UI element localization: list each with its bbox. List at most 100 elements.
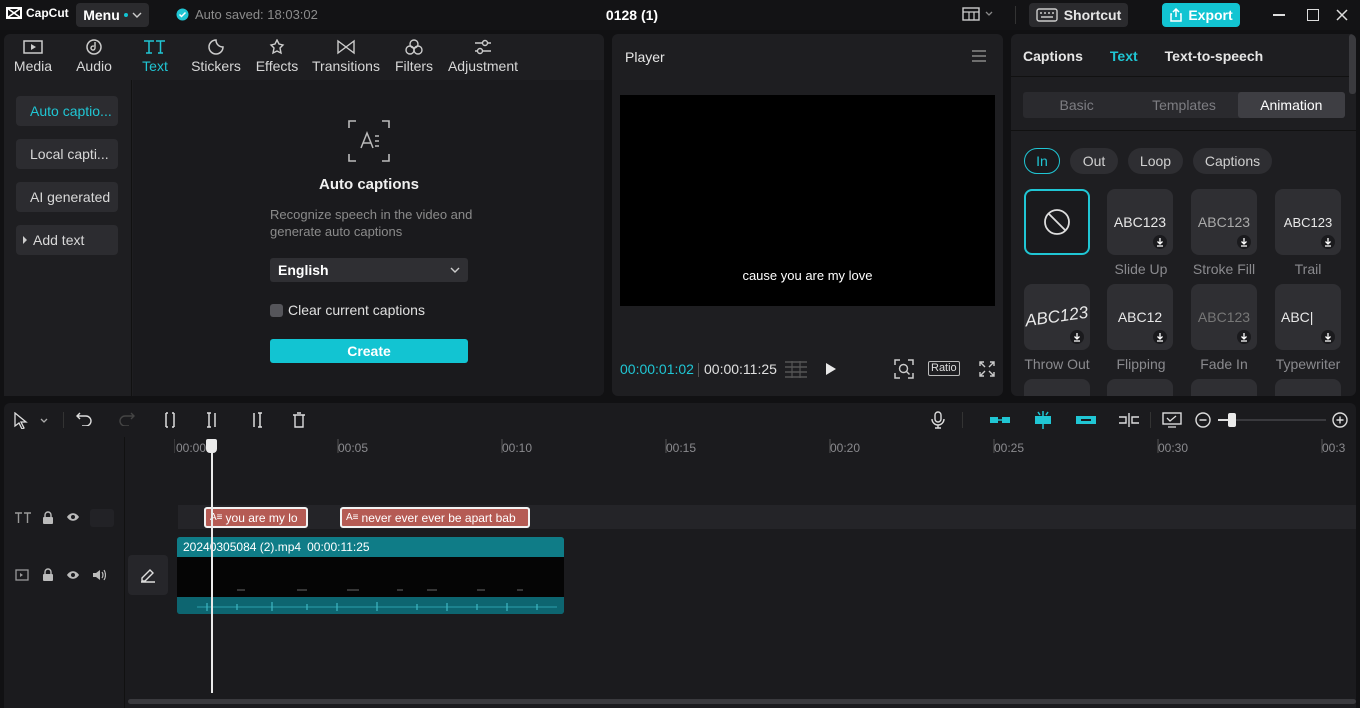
anim-typewriter[interactable]: ABC|	[1275, 284, 1341, 350]
scrollbar[interactable]	[1349, 34, 1356, 94]
anim-none[interactable]	[1024, 189, 1090, 255]
delete-left-icon[interactable]	[206, 412, 220, 428]
timeline-scrollbar[interactable]	[128, 699, 1356, 704]
player-title: Player	[625, 49, 665, 65]
anim-throw-out[interactable]: ABC123	[1024, 284, 1090, 350]
auto-snap-icon[interactable]	[1032, 410, 1054, 430]
anim-stroke-fill[interactable]: ABC123	[1191, 189, 1257, 255]
ratio-button[interactable]: Ratio	[928, 361, 960, 376]
anim-tab-in[interactable]: In	[1024, 148, 1060, 174]
playhead[interactable]	[211, 439, 213, 693]
lock-icon[interactable]	[42, 568, 54, 581]
anim-item[interactable]	[1024, 379, 1090, 396]
anim-item[interactable]	[1191, 379, 1257, 396]
tab-transitions[interactable]: Transitions	[306, 34, 386, 80]
tab-filters[interactable]: Filters	[386, 34, 442, 80]
anim-tab-out[interactable]: Out	[1070, 148, 1118, 174]
anim-item[interactable]	[1107, 379, 1173, 396]
tab-label: Stickers	[191, 58, 241, 74]
select-tool-icon[interactable]	[14, 412, 28, 429]
video-thumbnails	[177, 557, 564, 597]
edit-cover-button[interactable]	[128, 555, 168, 595]
audio-waveform	[177, 597, 564, 614]
hamburger-menu-icon[interactable]	[972, 50, 986, 62]
lock-icon[interactable]	[42, 511, 54, 524]
anim-flipping[interactable]: ABC12	[1107, 284, 1173, 350]
stickers-icon	[208, 39, 224, 55]
zoom-out-icon[interactable]	[1195, 412, 1211, 428]
anim-label-slide-up: Slide Up	[1114, 261, 1168, 277]
undo-icon[interactable]	[76, 412, 92, 426]
export-button[interactable]: Export	[1162, 3, 1240, 27]
tab-label: Audio	[76, 58, 112, 74]
subtab-basic[interactable]: Basic	[1023, 92, 1130, 118]
anim-fade-in[interactable]: ABC123	[1191, 284, 1257, 350]
tab-media[interactable]: Media	[4, 34, 62, 80]
timeline-grid-icon[interactable]	[784, 360, 808, 378]
sidebar-item-auto-captions[interactable]: Auto captio...	[16, 96, 118, 126]
auto-captions-description: Recognize speech in the video and genera…	[270, 207, 473, 239]
tab-audio[interactable]: Audio	[62, 34, 126, 80]
language-select[interactable]: English	[270, 258, 468, 282]
shortcut-button[interactable]: Shortcut	[1029, 3, 1128, 27]
shortcut-label: Shortcut	[1063, 7, 1122, 23]
media-icon	[23, 40, 43, 54]
autosave-status: Auto saved: 18:03:02	[176, 7, 318, 22]
clear-captions-checkbox[interactable]	[270, 303, 283, 317]
menu-button[interactable]: Menu	[76, 3, 149, 27]
anim-label-typewriter: Typewriter	[1275, 356, 1341, 372]
anim-tab-captions[interactable]: Captions	[1193, 148, 1272, 174]
eye-icon[interactable]	[66, 570, 80, 580]
tab-text[interactable]: Text	[1110, 48, 1138, 64]
microphone-icon[interactable]	[931, 411, 945, 429]
video-frames-strip	[237, 589, 523, 591]
timeline-toolbar	[4, 403, 1356, 437]
close-icon[interactable]	[1336, 9, 1348, 21]
text-clip[interactable]: A≡ never ever ever be apart bab	[340, 507, 530, 528]
create-button[interactable]: Create	[270, 339, 468, 363]
redo-icon[interactable]	[119, 412, 135, 426]
delete-right-icon[interactable]	[249, 412, 263, 428]
playhead-handle[interactable]	[206, 439, 217, 453]
tab-adjustment[interactable]: Adjustment	[442, 34, 524, 80]
tab-label: Adjustment	[447, 58, 519, 74]
auto-captions-icon	[348, 120, 390, 162]
trash-icon[interactable]	[292, 412, 306, 428]
anim-tab-loop[interactable]: Loop	[1128, 148, 1183, 174]
preview-axis-icon[interactable]	[1118, 412, 1140, 428]
download-icon	[1321, 235, 1335, 249]
video-clip[interactable]: 20240305084 (2).mp4 00:00:11:25	[177, 537, 564, 614]
zoom-in-icon[interactable]	[1332, 412, 1348, 428]
magnet-main-track-icon[interactable]	[989, 414, 1011, 426]
zoom-slider-thumb[interactable]	[1228, 413, 1236, 427]
property-tabs: Captions Text Text-to-speech	[1023, 48, 1263, 64]
subtab-animation[interactable]: Animation	[1237, 92, 1345, 118]
tab-stickers[interactable]: Stickers	[184, 34, 248, 80]
sidebar-item-local-captions[interactable]: Local capti...	[16, 139, 118, 169]
tab-text-to-speech[interactable]: Text-to-speech	[1165, 48, 1264, 64]
screen-icon[interactable]	[1162, 412, 1182, 428]
text-clip[interactable]: A≡ you are my lo	[204, 507, 308, 528]
video-preview[interactable]: cause you are my love	[620, 95, 995, 306]
volume-icon[interactable]	[92, 569, 106, 581]
maximize-icon[interactable]	[1307, 9, 1319, 21]
eye-icon[interactable]	[66, 512, 80, 522]
layout-button[interactable]	[962, 7, 993, 21]
play-icon[interactable]	[825, 362, 837, 376]
clear-captions-option[interactable]: Clear current captions	[270, 302, 425, 318]
track-option[interactable]	[90, 509, 114, 527]
sidebar-item-add-text[interactable]: Add text	[16, 225, 118, 255]
chevron-down-icon[interactable]	[40, 418, 48, 424]
link-icon[interactable]	[1075, 414, 1097, 426]
tab-effects[interactable]: Effects	[248, 34, 306, 80]
subtab-templates[interactable]: Templates	[1130, 92, 1237, 118]
anim-item[interactable]	[1275, 379, 1341, 396]
tab-text[interactable]: Text	[126, 34, 184, 80]
fullscreen-icon[interactable]	[979, 361, 995, 377]
minimize-icon[interactable]	[1273, 14, 1285, 16]
split-icon[interactable]	[163, 412, 177, 428]
zoom-fit-icon[interactable]	[894, 359, 914, 379]
anim-slide-up[interactable]: ABC123	[1107, 189, 1173, 255]
tab-captions[interactable]: Captions	[1023, 48, 1083, 64]
anim-trail[interactable]: ABC123	[1275, 189, 1341, 255]
